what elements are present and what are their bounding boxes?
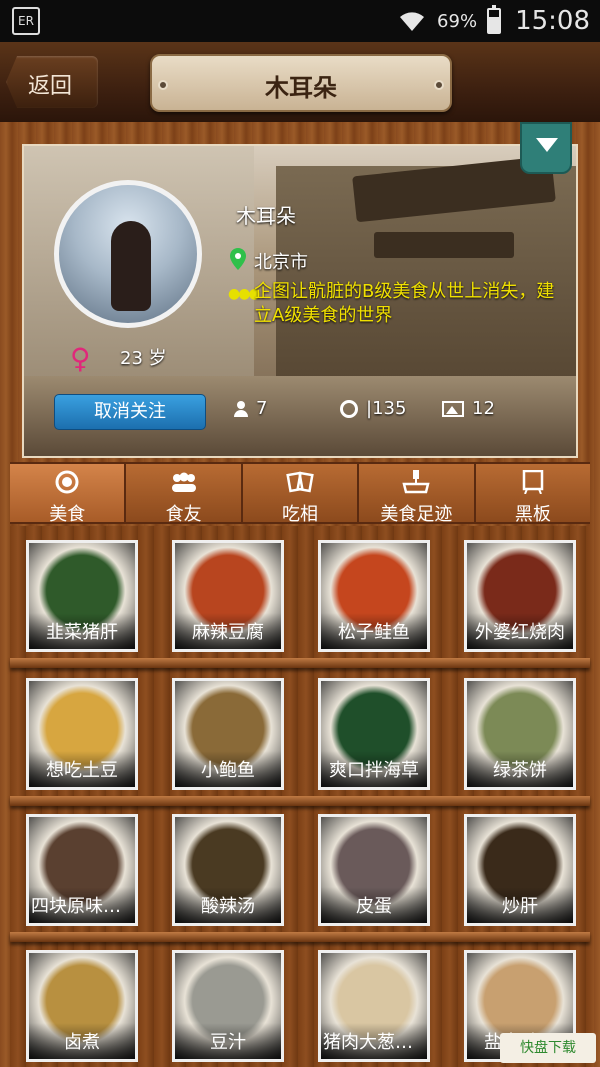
cards-icon [286, 470, 314, 494]
food-label: 外婆红烧肉 [467, 613, 573, 649]
blackboard-icon [519, 469, 547, 495]
avatar-figure [111, 221, 151, 311]
food-label: 卤煮 [29, 1023, 135, 1059]
meals-stat[interactable]: |135 [340, 398, 406, 419]
food-item[interactable]: 卤煮 [26, 950, 138, 1062]
tab-2[interactable]: 吃相 [242, 464, 360, 525]
header: 返回 木耳朵 [0, 42, 600, 122]
title-plate: 木耳朵 [150, 54, 452, 112]
avatar[interactable] [54, 180, 202, 328]
food-item[interactable]: 猪肉大葱包… [318, 950, 430, 1062]
food-label: 四块原味排… [29, 887, 135, 923]
food-label: 韭菜猪肝 [29, 613, 135, 649]
tab-label: 美食 [49, 504, 86, 525]
shelf [10, 658, 590, 668]
food-item[interactable]: 松子鲑鱼 [318, 540, 430, 652]
photos-stat[interactable]: 12 [442, 398, 495, 419]
status-bar: ER 69% 15:08 [0, 0, 600, 42]
tab-bar: 美食 食友 吃相 美食足迹 黑板 [10, 462, 591, 525]
back-button[interactable]: 返回 [6, 56, 98, 108]
friends-stat[interactable]: 7 [234, 398, 267, 419]
food-label: 麻辣豆腐 [175, 613, 281, 649]
profile-name: 木耳朵 [236, 204, 296, 228]
location-pin-icon [230, 248, 246, 270]
food-label: 想吃土豆 [29, 751, 135, 787]
food-label: 豆汁 [175, 1023, 281, 1059]
user-icon [234, 400, 248, 417]
plate-icon [53, 470, 81, 494]
food-item[interactable]: 皮蛋 [318, 814, 430, 926]
expand-dropdown-button[interactable] [520, 122, 572, 174]
food-item[interactable]: 外婆红烧肉 [464, 540, 576, 652]
meals-count: |135 [366, 398, 407, 419]
food-item[interactable]: 爽口拌海草 [318, 678, 430, 790]
food-label: 皮蛋 [321, 887, 427, 923]
food-label: 小鲍鱼 [175, 751, 281, 787]
food-item[interactable]: 四块原味排… [26, 814, 138, 926]
tab-label: 吃相 [282, 504, 319, 525]
watermark-logo: 快盘下载 [500, 1033, 596, 1063]
food-item[interactable]: 韭菜猪肝 [26, 540, 138, 652]
plate-icon [340, 399, 358, 418]
food-item[interactable]: 炒肝 [464, 814, 576, 926]
page-title: 木耳朵 [265, 74, 337, 102]
image-icon [442, 400, 464, 417]
tab-1[interactable]: 食友 [126, 464, 243, 525]
food-label: 炒肝 [467, 887, 573, 923]
food-grid: 韭菜猪肝 麻辣豆腐 松子鲑鱼 外婆红烧肉想吃土豆 小鲍鱼 爽口拌海草 绿茶饼四块原味排… 酸辣… [10, 526, 590, 1067]
tab-0[interactable]: 美食 [10, 464, 127, 525]
friends-count: 7 [256, 398, 268, 419]
food-label: 酸辣汤 [175, 887, 281, 923]
shelf [10, 932, 590, 942]
back-button-label: 返回 [28, 74, 73, 99]
battery-icon [487, 5, 502, 34]
chevron-down-icon [536, 138, 558, 152]
shelf [10, 796, 590, 806]
tab-3[interactable]: 美食足迹 [359, 464, 476, 525]
clock: 15:08 [515, 6, 590, 36]
food-item[interactable]: 酸辣汤 [172, 814, 284, 926]
profile-city: 北京市 [254, 252, 308, 273]
wifi-icon [397, 9, 427, 33]
profile-bio: 企图让骯脏的B级美食从世上消失，建立A级美食的世界 [254, 281, 555, 326]
map-icon [402, 470, 431, 494]
tab-label: 美食足迹 [380, 504, 453, 525]
food-item[interactable]: 绿茶饼 [464, 678, 576, 790]
battery-percent: 69% [437, 10, 478, 32]
profile-age: 23 岁 [120, 348, 167, 369]
tab-label: 食友 [165, 504, 202, 525]
unfollow-button[interactable]: 取消关注 [54, 394, 206, 430]
status-icons: 69% 15:08 [397, 0, 590, 42]
coffee-house-sign-small [374, 232, 514, 258]
sim-card-icon: ER [12, 7, 40, 35]
food-label: 爽口拌海草 [321, 751, 427, 787]
tab-label: 黑板 [514, 504, 551, 525]
food-item[interactable]: 豆汁 [172, 950, 284, 1062]
profile-card: 木耳朵 北京市 ●●● 企图让骯脏的B级美食从世上消失，建立A级美食的世界 ♀ … [22, 144, 578, 458]
food-label: 猪肉大葱包… [321, 1023, 427, 1059]
tab-4[interactable]: 黑板 [475, 464, 591, 525]
friends-icon [170, 470, 198, 494]
photos-count: 12 [472, 398, 495, 419]
female-icon: ♀ [70, 342, 91, 375]
food-item[interactable]: 麻辣豆腐 [172, 540, 284, 652]
food-label: 绿茶饼 [467, 751, 573, 787]
food-label: 松子鲑鱼 [321, 613, 427, 649]
food-item[interactable]: 小鲍鱼 [172, 678, 284, 790]
food-item[interactable]: 想吃土豆 [26, 678, 138, 790]
